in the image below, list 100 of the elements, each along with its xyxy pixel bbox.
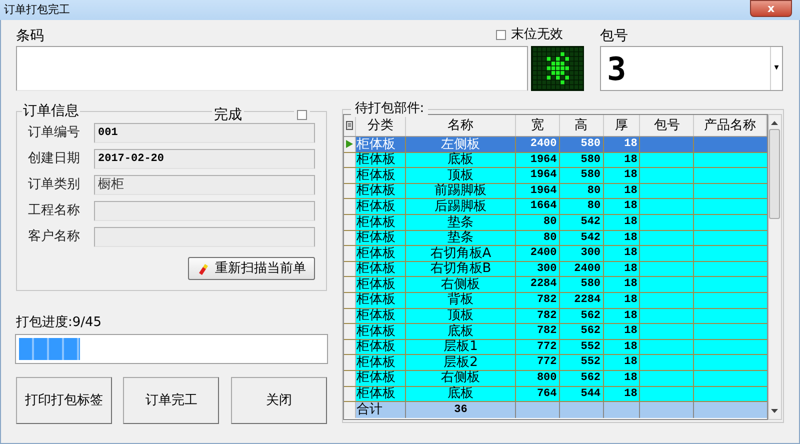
row-header[interactable] <box>344 292 356 308</box>
column-header[interactable]: 高 <box>560 115 604 136</box>
table-cell: 左侧板 <box>406 137 516 152</box>
table-cell: 18 <box>604 370 640 386</box>
field-input[interactable]: 001 <box>94 123 315 143</box>
table-cell: 552 <box>560 340 604 354</box>
scroll-down-icon[interactable] <box>771 409 778 413</box>
column-header[interactable]: 产品名称 <box>694 115 767 136</box>
table-row[interactable]: 柜体板 底板 1964 580 18 <box>344 152 767 168</box>
table-grid-icon <box>346 121 353 130</box>
package-number-combo[interactable]: 3 ▾ <box>600 46 783 91</box>
progress-label: 打包进度:9/45 <box>16 315 103 331</box>
table-cell: 后踢脚板 <box>406 199 516 214</box>
table-cell: 18 <box>604 277 640 292</box>
table-cell: 柜体板 <box>356 277 406 292</box>
table-row[interactable]: 柜体板 层板2 772 552 18 <box>344 355 767 371</box>
table-cell: 800 <box>516 370 560 386</box>
table-cell: 18 <box>604 386 640 402</box>
scrollbar-thumb[interactable] <box>769 129 780 219</box>
field-input[interactable] <box>94 227 315 247</box>
row-header[interactable] <box>344 402 356 418</box>
column-header[interactable]: 包号 <box>640 115 694 136</box>
table-row[interactable]: 柜体板 顶板 782 562 18 <box>344 308 767 324</box>
row-header[interactable] <box>344 355 356 370</box>
table-row[interactable]: 柜体板 底板 764 544 18 <box>344 386 767 402</box>
field-label: 创建日期 <box>28 150 81 168</box>
field-input[interactable]: 橱柜 <box>94 175 315 195</box>
action-button[interactable]: 订单完工 <box>123 377 220 424</box>
total-count: 36 <box>406 402 516 418</box>
table-cell: 18 <box>604 308 640 324</box>
scroll-up-icon[interactable] <box>771 121 778 125</box>
column-header[interactable]: 厚 <box>604 115 640 136</box>
table-row[interactable]: 柜体板 垫条 80 542 18 <box>344 230 767 246</box>
table-row[interactable]: 柜体板 层板1 772 552 18 <box>344 340 767 356</box>
table-cell: 18 <box>604 355 640 370</box>
last-digit-invalid-label: 末位无效 <box>511 26 563 44</box>
table-cell: 柜体板 <box>356 386 406 402</box>
table-row[interactable]: 柜体板 右切角板A 2400 300 18 <box>344 246 767 262</box>
table-row[interactable]: 柜体板 右侧板 800 562 18 <box>344 370 767 386</box>
table-row[interactable]: 柜体板 背板 782 2284 18 <box>344 292 767 309</box>
row-header[interactable] <box>344 370 356 386</box>
package-number-value: 3 <box>606 52 628 84</box>
table-row[interactable]: 柜体板 后踢脚板 1664 80 18 <box>344 199 767 215</box>
table-row[interactable]: 柜体板 右切角板B 300 2400 18 <box>344 262 767 278</box>
row-header[interactable] <box>344 308 356 324</box>
field-input[interactable]: 2017-02-20 <box>94 149 315 169</box>
table-cell: 柜体板 <box>356 137 406 152</box>
table-row[interactable]: 柜体板 左侧板 2400 580 18 <box>344 137 767 153</box>
checkbox[interactable] <box>496 30 506 40</box>
table-cell: 772 <box>516 340 560 354</box>
field-label: 客户名称 <box>28 228 81 246</box>
row-header[interactable] <box>344 324 356 339</box>
field-input[interactable] <box>94 201 315 221</box>
row-header[interactable] <box>344 214 356 230</box>
field-label: 订单编号 <box>28 124 81 142</box>
table-row[interactable]: 柜体板 右侧板 2284 580 18 <box>344 277 767 293</box>
row-header[interactable] <box>344 246 356 261</box>
row-header[interactable] <box>344 184 356 198</box>
barcode-input[interactable] <box>16 46 528 91</box>
scrollbar[interactable] <box>768 114 782 420</box>
table-cell: 柜体板 <box>356 230 406 246</box>
table-cell: 底板 <box>406 152 516 168</box>
row-header[interactable] <box>344 386 356 402</box>
table-row[interactable]: 柜体板 顶板 1964 580 18 <box>344 168 767 184</box>
table-row[interactable]: 柜体板 前踢脚板 1964 80 18 <box>344 184 767 200</box>
order-info-title: 订单信息 <box>22 103 80 119</box>
checkbox[interactable] <box>296 110 307 120</box>
column-header[interactable]: 名称 <box>406 115 516 136</box>
rescan-button[interactable]: 重新扫描当前单 <box>188 257 315 280</box>
table-row[interactable]: 柜体板 垫条 80 542 18 <box>344 214 767 231</box>
row-header[interactable] <box>344 199 356 214</box>
table-cell: 782 <box>516 308 560 324</box>
table-cell: 柜体板 <box>356 324 406 339</box>
table-cell: 右切角板B <box>406 262 516 276</box>
table-cell: 顶板 <box>406 168 516 183</box>
table-cell: 垫条 <box>406 230 516 246</box>
column-header[interactable]: 分类 <box>356 115 406 136</box>
table-cell: 柜体板 <box>356 214 406 230</box>
table-cell: 18 <box>604 199 640 214</box>
row-header[interactable] <box>344 137 356 152</box>
column-header[interactable]: 宽 <box>516 115 560 136</box>
row-header[interactable] <box>344 230 356 246</box>
table-cell: 柜体板 <box>356 199 406 214</box>
table-cell: 柜体板 <box>356 308 406 324</box>
table-cell: 背板 <box>406 292 516 308</box>
row-header[interactable] <box>344 152 356 168</box>
row-header[interactable] <box>344 262 356 276</box>
row-header[interactable] <box>344 340 356 354</box>
action-button[interactable]: 打印打包标签 <box>16 377 112 424</box>
table-cell: 562 <box>560 324 604 339</box>
table-cell: 580 <box>560 277 604 292</box>
row-header[interactable] <box>344 168 356 183</box>
action-button[interactable]: 关闭 <box>230 377 327 424</box>
table-cell: 柜体板 <box>356 184 406 198</box>
table-cell: 18 <box>604 292 640 308</box>
barcode-label: 条码 <box>16 27 44 46</box>
row-header[interactable] <box>344 277 356 292</box>
table-cell: 2284 <box>560 292 604 308</box>
table-row[interactable]: 柜体板 底板 782 562 18 <box>344 324 767 340</box>
eraser-icon <box>196 262 209 274</box>
